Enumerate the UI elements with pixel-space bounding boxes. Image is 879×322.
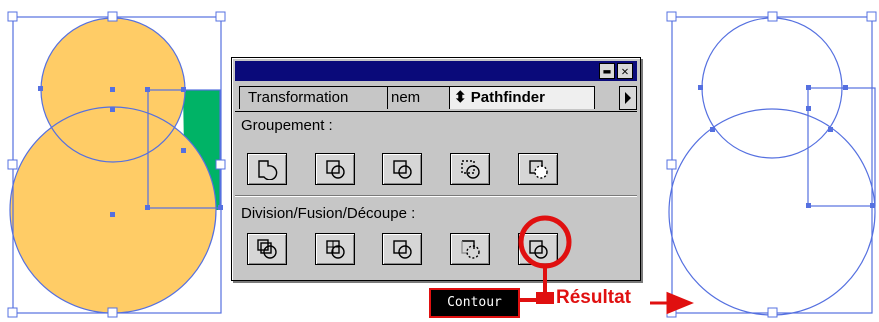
- result-arrow-icon: [650, 291, 694, 315]
- highlight-circle: [518, 215, 572, 269]
- result-label: Résultat: [556, 287, 631, 308]
- highlight-annotation: [518, 215, 694, 315]
- highlight-node: [536, 292, 554, 304]
- contour-tooltip: Contour: [429, 288, 520, 318]
